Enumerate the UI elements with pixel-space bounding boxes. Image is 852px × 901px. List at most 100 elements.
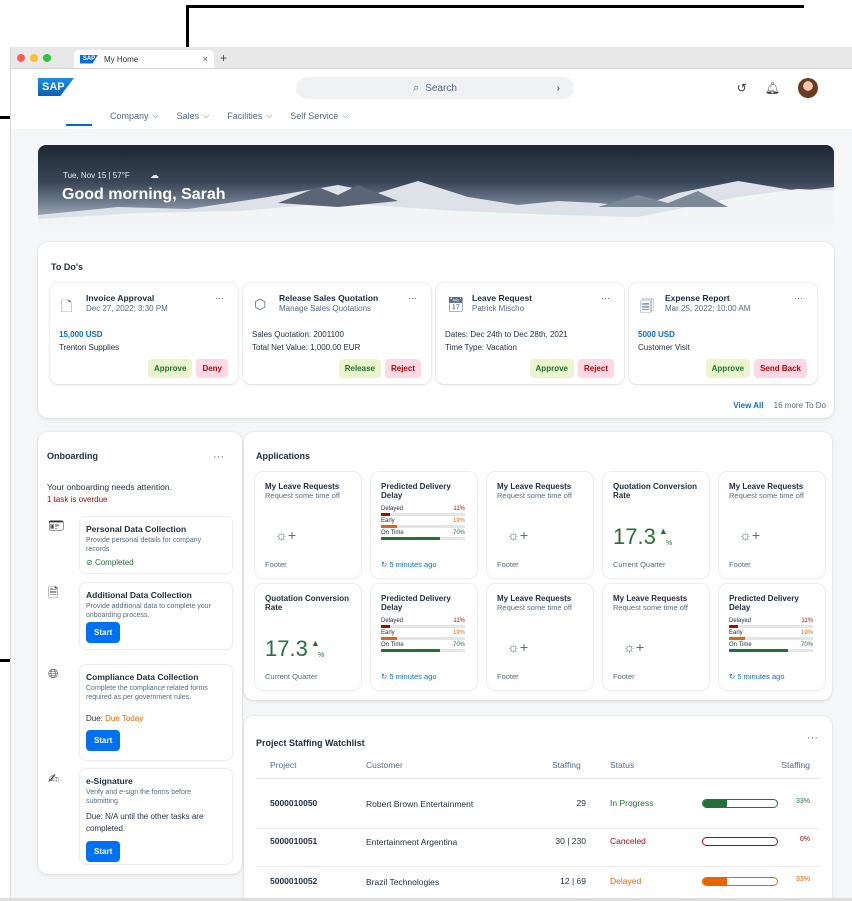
menu-item-sales[interactable]: Sales ⌵ (177, 106, 210, 126)
bell-icon[interactable]: 🔔︎ (765, 81, 780, 95)
hero-banner: Tue, Nov 15 | 57°F ☁ Good morning, Sarah (38, 145, 834, 227)
start-button[interactable]: Start (86, 841, 121, 862)
shell-actions: ↺ 🔔︎ (737, 78, 818, 98)
cell-staffing: 29 (576, 798, 586, 808)
cell-project: 5000010051 (270, 836, 318, 846)
app-tile[interactable]: Quotation Conversion Rate 17.3 ▲% Current Q… (603, 472, 709, 578)
app-tile[interactable]: Quotation Conversion Rate 17.3 ▲% Current Q… (255, 584, 361, 690)
menu-item-label: Sales (176, 111, 200, 121)
applications-card: Applications My Leave Requests Request so… (244, 432, 832, 700)
menu-item-self-service[interactable]: Self Service ⌵ (290, 106, 348, 126)
id-card-icon: 🪪︎ (48, 518, 65, 533)
approve-button[interactable]: Approve (705, 359, 751, 378)
app-tile[interactable]: My Leave Requests Request some time off ☼+… (719, 472, 825, 578)
reject-button[interactable]: Reject (384, 359, 421, 378)
column-header-staffing-progress: Staffing (781, 760, 810, 770)
bar-row: Early 19% (729, 630, 813, 642)
bar-track (381, 513, 465, 516)
browser-tab[interactable]: SAP My Home × (74, 50, 214, 68)
release-button[interactable]: Release (338, 359, 381, 378)
bar-track (381, 625, 465, 628)
kpi-unit: % (666, 540, 673, 547)
sun-add-icon: ☼+ (739, 527, 761, 543)
app-tile[interactable]: Predicted Delivery Delay Delayed 11% Early 1… (371, 472, 477, 578)
todos-footer: View All 16 more To Do (733, 401, 826, 410)
task-e-signature[interactable]: e-Signature Verify and e-sign the forms … (80, 769, 232, 864)
cell-status: Canceled (610, 836, 646, 846)
task-additional-data[interactable]: Additional Data Collection Provide addit… (80, 583, 232, 649)
start-button[interactable]: Start (86, 730, 121, 751)
tile-footer: Footer (613, 672, 635, 681)
app-tile[interactable]: My Leave Requests Request some time off ☼+… (603, 584, 709, 690)
task-description: Verify and e-sign the forms before submi… (86, 789, 192, 805)
tab-close-icon[interactable]: × (203, 54, 208, 64)
approve-button[interactable]: Approve (147, 359, 193, 378)
bar-fill (381, 525, 397, 528)
bar-track (381, 525, 465, 528)
avatar[interactable] (798, 78, 818, 98)
menu-item-company[interactable]: Company ⌵ (110, 106, 159, 126)
bar-value: 19% (452, 630, 465, 636)
app-tile[interactable]: My Leave Requests Request some time off ☼+… (487, 472, 593, 578)
app-tile[interactable]: Predicted Delivery Delay Delayed 11% Early 1… (719, 584, 825, 690)
bar-track (729, 625, 813, 628)
close-window-button[interactable] (17, 53, 25, 62)
hero-date: Tue, Nov 15 | 57°F (63, 171, 130, 180)
tile-title: My Leave Requests (729, 482, 804, 491)
todo-title: Expense Report (665, 293, 730, 303)
menu-item-facilities[interactable]: Facilities ⌵ (227, 106, 272, 126)
cell-customer: Robert Brown Entertainment (366, 799, 474, 809)
todo-invoice-approval[interactable]: 🗋︎ Invoice Approval Dec 27, 2022; 3:30 P… (50, 283, 238, 384)
more-icon[interactable]: ··· (215, 293, 224, 303)
bar-row: Delayed 11% (381, 618, 465, 630)
todo-release-sales-quotation[interactable]: ⬡ Release Sales Quotation Manage Sales Q… (243, 283, 431, 384)
new-tab-button[interactable]: + (220, 51, 227, 65)
minimize-window-button[interactable] (30, 53, 38, 62)
menu-home-tab[interactable] (66, 106, 92, 126)
tile-title: Quotation Conversion Rate (265, 594, 349, 612)
view-all-link[interactable]: View All (733, 401, 763, 410)
cell-customer: Brazil Technologies (366, 877, 440, 887)
reject-button[interactable]: Reject (577, 359, 614, 378)
onboarding-attention: Your onboarding needs attention. (47, 482, 172, 492)
more-todo-count: 16 more To Do (773, 401, 826, 410)
more-icon[interactable]: ··· (601, 293, 610, 303)
deny-button[interactable]: Deny (196, 359, 228, 378)
onboarding-overdue: 1 task is overdue (47, 495, 108, 504)
chevron-right-icon[interactable]: › (557, 83, 560, 94)
more-icon[interactable]: ··· (408, 293, 417, 303)
header-divider (256, 778, 820, 779)
task-personal-data[interactable]: Personal Data Collection Provide persona… (80, 517, 232, 573)
history-icon[interactable]: ↺ (737, 81, 747, 95)
progress-bar (702, 877, 778, 886)
approve-button[interactable]: Approve (529, 359, 574, 378)
bar-value: 70% (800, 642, 813, 648)
app-tile[interactable]: Predicted Delivery Delay Delayed 11% Early 1… (371, 584, 477, 690)
task-due: Due: N/A until the other tasks are compl… (86, 812, 204, 833)
todo-line-2: Customer Visit (638, 343, 690, 352)
app-tile[interactable]: My Leave Requests Request some time off ☼+… (487, 584, 593, 690)
trend-up-icon: ▲ (310, 638, 320, 648)
todo-expense-report[interactable]: 🗐︎ Expense Report Mar 25, 2022; 10:00 AM… (629, 283, 817, 384)
task-compliance-data[interactable]: Compliance Data Collection Complete the … (80, 665, 232, 760)
todos-card: To Do's 🗋︎ Invoice Approval Dec 27, 2022… (38, 242, 834, 418)
more-icon[interactable]: ··· (807, 732, 818, 744)
column-header-customer: Customer (366, 760, 403, 770)
app-tile[interactable]: My Leave Requests Request some time off ☼+… (255, 472, 361, 578)
tile-footer: Footer (729, 560, 751, 569)
maximize-window-button[interactable] (43, 53, 51, 62)
sun-add-icon: ☼+ (275, 527, 297, 543)
sun-add-icon: ☼+ (507, 639, 529, 655)
bar-row: Early 19% (381, 630, 465, 642)
search-field[interactable]: ⌕ Search › (296, 77, 574, 99)
more-icon[interactable]: ··· (794, 293, 803, 303)
start-button[interactable]: Start (86, 622, 121, 643)
send-back-button[interactable]: Send Back (754, 359, 807, 378)
task-status-label: Completed (94, 558, 134, 567)
top-menu: Company ⌵ Sales ⌵ Facilities ⌵ Self Service… (66, 106, 348, 126)
todo-leave-request[interactable]: 📅︎ Leave Request Patrick Mischo ··· Date… (436, 283, 624, 384)
tab-title: My Home (104, 54, 139, 64)
bar-fill (729, 649, 788, 652)
more-icon[interactable]: ··· (213, 451, 224, 463)
refresh-info: ↻ 5 minutes ago (381, 672, 437, 681)
